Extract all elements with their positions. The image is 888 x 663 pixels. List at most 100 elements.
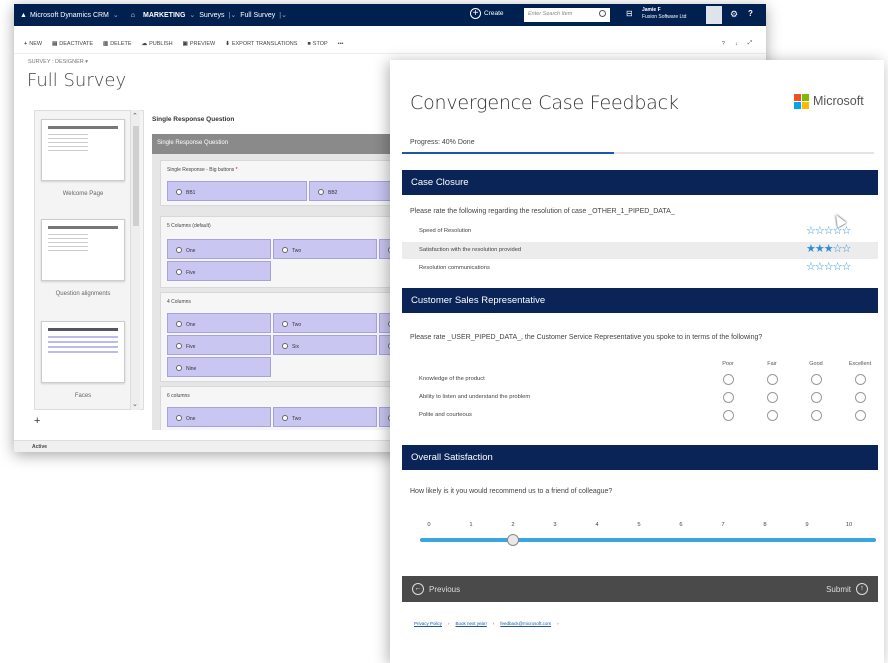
add-page-button[interactable]: + (34, 415, 40, 427)
cmd-more[interactable]: ••• (338, 41, 344, 47)
rating-radio[interactable] (723, 410, 734, 421)
question-block[interactable]: 6 columns One Two (160, 386, 392, 430)
option-one[interactable]: One (167, 313, 271, 333)
microsoft-logo-icon (794, 94, 809, 109)
breadcrumb[interactable]: SURVEY : DESIGNER ▾ (28, 59, 88, 65)
page-list: Welcome Page Question alignments Faces (34, 110, 144, 410)
matrix-row-label: Knowledge of the product (419, 376, 485, 382)
book-link[interactable]: Book next year! (456, 621, 487, 626)
nav-area[interactable]: MARKETING (143, 12, 185, 19)
page-thumbnail[interactable] (41, 321, 125, 383)
recent-icon[interactable]: ⊟ (626, 9, 633, 18)
cmd-new[interactable]: + NEW (24, 41, 42, 47)
progress-text: Progress: 40% Done (410, 139, 475, 146)
chevron-down-icon[interactable]: ⌄ (189, 11, 195, 19)
search-input[interactable]: Enter Search Item (524, 8, 610, 22)
scroll-thumb[interactable] (133, 126, 139, 226)
option-bb2[interactable]: BB2 (309, 181, 392, 201)
question-block[interactable]: 5 Columns (default) One Two Five (160, 216, 392, 288)
page-thumbnail[interactable] (41, 219, 125, 281)
previous-button[interactable]: ← Previous (412, 583, 460, 595)
option-six[interactable]: Six (273, 335, 377, 355)
option-five[interactable]: Five (167, 261, 271, 281)
recommend-slider[interactable] (420, 538, 876, 542)
rating-row-label: Satisfaction with the resolution provide… (419, 247, 522, 253)
question-block[interactable]: 4 Columns One Two Five Six Nine (160, 292, 392, 382)
app-name[interactable]: Microsoft Dynamics CRM (30, 12, 109, 19)
option-bb1[interactable]: BB1 (167, 181, 307, 201)
rating-radio[interactable] (767, 410, 778, 421)
cmd-deactivate[interactable]: ▤ DEACTIVATE (52, 41, 93, 47)
rating-radio[interactable] (855, 392, 866, 403)
cmd-export-translations[interactable]: ⬇ EXPORT TRANSLATIONS (225, 41, 297, 47)
chevron-up-icon[interactable]: ⌃ (132, 112, 138, 120)
privacy-link[interactable]: Privacy Policy (414, 621, 442, 626)
nav-entity[interactable]: Surveys (199, 12, 224, 19)
survey-footer: ← Previous Submit ↑ (402, 576, 878, 602)
column-header: Fair (767, 361, 777, 367)
scale-tick-label: 1 (469, 522, 473, 528)
block-title: Single Response - Big buttons * (167, 167, 238, 173)
create-label: Create (484, 10, 504, 17)
star-rating[interactable]: ★★★☆☆ (806, 244, 851, 255)
question-block[interactable]: Single Response - Big buttons * BB1 BB2 (160, 160, 392, 206)
gear-icon[interactable]: ⚙ (730, 9, 738, 20)
chevron-down-icon[interactable]: |⌄ (229, 11, 237, 19)
scale-tick-label: 8 (763, 522, 767, 528)
progress-fill (402, 152, 615, 154)
column-header: Excellent (848, 361, 872, 367)
cmd-delete[interactable]: ▥ DELETE (103, 41, 132, 47)
help-icon[interactable]: ? (722, 41, 725, 47)
rating-radio[interactable] (723, 392, 734, 403)
question-bar[interactable]: Single Response Question (152, 134, 392, 154)
option-two[interactable]: Two (273, 407, 377, 427)
option-nine[interactable]: Nine (167, 357, 271, 377)
survey-title: Convergence Case Feedback (410, 92, 679, 114)
option-one[interactable]: One (167, 407, 271, 427)
option-two[interactable]: Two (273, 313, 377, 333)
option-five[interactable]: Five (167, 335, 271, 355)
scrollbar[interactable]: ⌃ ⌄ (130, 110, 140, 410)
page-thumbnail[interactable] (41, 119, 125, 181)
arrow-down-icon[interactable]: ↓ (735, 41, 738, 47)
rating-radio[interactable] (723, 374, 734, 385)
email-link[interactable]: feedback@microsoft.com (500, 621, 551, 626)
command-bar: + NEW ▤ DEACTIVATE ▥ DELETE ☁ PUBLISH ▣ PREVI… (14, 34, 766, 54)
chevron-down-icon[interactable]: |⌄ (279, 11, 287, 19)
rating-radio[interactable] (767, 392, 778, 403)
cmd-publish[interactable]: ☁ PUBLISH (142, 41, 173, 47)
star-rating[interactable]: ☆☆☆☆☆ (806, 226, 851, 237)
rating-radio[interactable] (811, 410, 822, 421)
avatar[interactable] (706, 6, 722, 24)
star-rating[interactable]: ☆☆☆☆☆ (806, 262, 851, 273)
rating-radio[interactable] (767, 374, 778, 385)
search-icon[interactable] (599, 10, 606, 17)
rating-row-label: Resolution communications (419, 265, 490, 271)
cmd-stop[interactable]: ■ STOP (307, 41, 327, 47)
home-icon[interactable]: ⌂ (131, 12, 135, 19)
rating-radio[interactable] (811, 374, 822, 385)
user-name: Jamie F (642, 7, 661, 13)
help-icon[interactable]: ? (748, 9, 753, 18)
slider-handle[interactable] (507, 534, 519, 546)
progress-bar (402, 152, 874, 154)
column-header: Poor (722, 361, 734, 367)
submit-button[interactable]: Submit ↑ (826, 583, 868, 595)
rating-radio[interactable] (811, 392, 822, 403)
matrix-row-label: Polite and courteous (419, 412, 472, 418)
option-one[interactable]: One (167, 239, 271, 259)
chevron-down-icon[interactable]: ⌄ (132, 400, 138, 408)
user-info[interactable]: Jamie F Fusion Software Ltd (642, 7, 686, 21)
create-button[interactable]: + Create (470, 8, 504, 19)
rating-radio[interactable] (855, 374, 866, 385)
chevron-down-icon[interactable]: ⌄ (113, 11, 119, 19)
nav-record[interactable]: Full Survey (240, 12, 275, 19)
scale-tick-label: 7 (721, 522, 725, 528)
rating-radio[interactable] (855, 410, 866, 421)
scale-tick-label: 0 (427, 522, 431, 528)
cmd-preview[interactable]: ▣ PREVIEW (183, 41, 216, 47)
option-two[interactable]: Two (273, 239, 377, 259)
arrow-up-icon: ↑ (856, 583, 868, 595)
page-caption: Question alignments (55, 291, 111, 297)
expand-icon[interactable]: ⤢ (748, 40, 752, 47)
